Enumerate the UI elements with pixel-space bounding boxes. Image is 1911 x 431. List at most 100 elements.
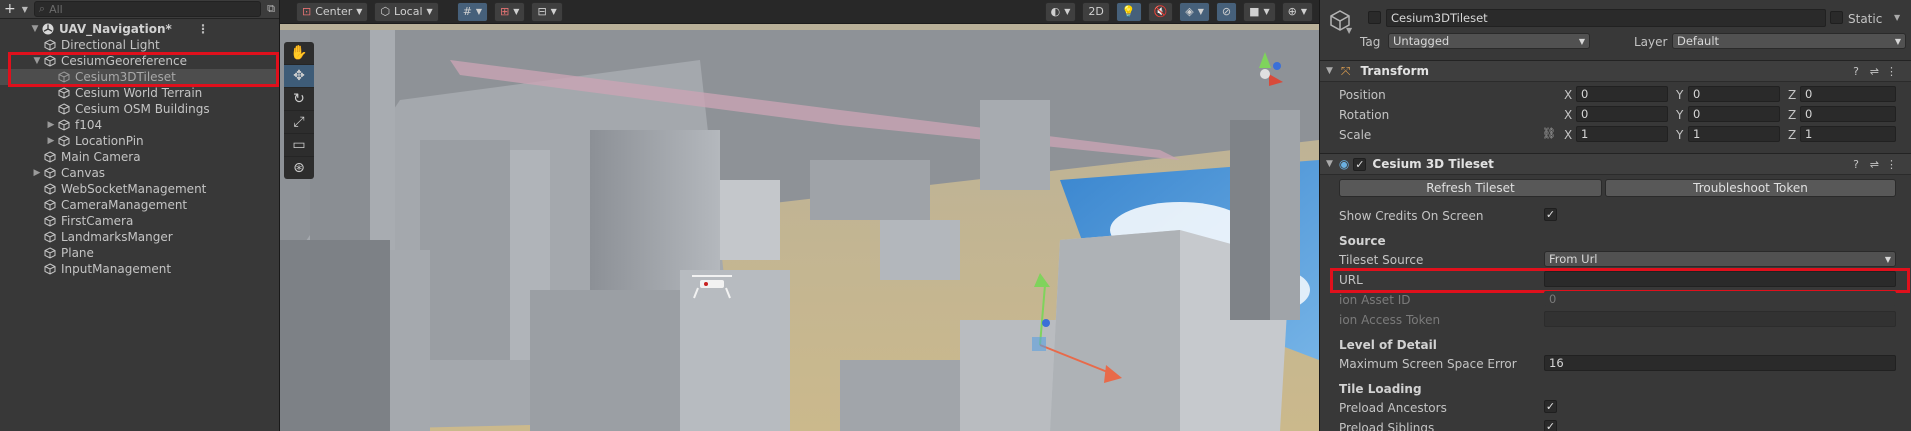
constrain-proportions-icon[interactable]: ⛓ [1542,127,1556,140]
hierarchy-item[interactable]: Cesium World Terrain [0,85,279,101]
hierarchy-item[interactable]: Cesium OSM Buildings [0,101,279,117]
rotation-z-field[interactable]: 0 [1800,106,1896,122]
layer-dropdown[interactable]: Default ▼ [1672,33,1906,49]
scene-view[interactable]: ⊡ Center ▼ ⬡ Local ▼ # ▼ ⊞ ▼ ⊟ ▼ ◐ ▼ 2D [280,0,1319,431]
tileset-source-dropdown[interactable]: From Url ▼ [1544,251,1896,267]
object-name-field[interactable]: Cesium3DTileset [1386,9,1826,27]
cesium-tileset-component-header[interactable]: ▼ ◉ ✓ Cesium 3D Tileset ? ⇌ ⋮ [1320,153,1911,175]
show-credits-checkbox[interactable]: ✓ [1544,208,1557,221]
scale-z-field[interactable]: 1 [1800,126,1896,142]
help-icon[interactable]: ? [1853,158,1859,171]
refresh-tileset-button[interactable]: Refresh Tileset [1339,179,1602,197]
static-dropdown-icon[interactable]: ▼ [1894,13,1900,22]
grid-visibility-dropdown[interactable]: ⊞ ▼ [494,1,526,22]
space-mode-dropdown[interactable]: ⬡ Local ▼ [374,1,439,22]
ion-asset-id-field: 0 [1544,291,1896,307]
rotate-tool-icon[interactable]: ↻ [284,88,314,111]
toggle-2d-button[interactable]: 2D [1082,1,1110,22]
collapse-arrow-icon[interactable]: ▼ [31,56,43,66]
transform-tool-icon[interactable]: ⊛ [284,157,314,179]
rotation-x-field[interactable]: 0 [1576,106,1668,122]
scale-x-field[interactable]: 1 [1576,126,1668,142]
gameobject-cube-icon [43,262,57,276]
position-x-field[interactable]: 0 [1576,86,1668,102]
pivot-mode-dropdown[interactable]: ⊡ Center ▼ [296,1,369,22]
source-section-heading: Source [1339,234,1386,248]
gizmos-dropdown[interactable]: ⊕ ▼ [1281,1,1313,22]
hierarchy-item[interactable]: FirstCamera [0,213,279,229]
chevron-down-icon[interactable]: ▼ [1346,26,1352,35]
hierarchy-item[interactable]: ▶ LocationPin [0,133,279,149]
grid-snap-toggle[interactable]: # ▼ [456,1,489,22]
unity-scene-icon [41,22,55,36]
gameobject-cube-icon [57,70,71,84]
position-y-field[interactable]: 0 [1688,86,1780,102]
transform-component-header[interactable]: ▼ ⤧ Transform ? ⇌ ⋮ [1320,60,1911,82]
hierarchy-item[interactable]: LandmarksManger [0,229,279,245]
audio-toggle[interactable]: 🔇 [1147,1,1174,22]
hierarchy-item-label: Plane [61,246,94,260]
lighting-toggle[interactable]: 💡 [1115,1,1142,22]
search-icon: ⌕ [38,2,46,15]
search-placeholder: All [49,2,63,16]
troubleshoot-token-button[interactable]: Troubleshoot Token [1605,179,1896,197]
hierarchy-item-label: Main Camera [61,150,141,164]
scale-z-axis-label: Z [1788,128,1797,142]
expand-arrow-icon[interactable]: ▶ [31,168,43,178]
hierarchy-item[interactable]: Directional Light [0,37,279,53]
chevron-down-icon: ▼ [356,7,363,16]
position-z-field[interactable]: 0 [1800,86,1896,102]
hierarchy-item[interactable]: CameraManagement [0,197,279,213]
expand-arrow-icon[interactable]: ▶ [45,136,57,146]
hierarchy-item[interactable]: Cesium3DTileset [0,69,279,85]
increment-snap-dropdown[interactable]: ⊟ ▼ [531,1,563,22]
component-enabled-checkbox[interactable]: ✓ [1353,157,1367,171]
url-input[interactable] [1544,271,1896,287]
scene-menu-icon[interactable]: ⋮ [197,22,209,36]
hidden-objects-toggle[interactable]: ⊘ [1215,1,1238,22]
hierarchy-item[interactable]: Plane [0,245,279,261]
camera-settings-dropdown[interactable]: ■ ▼ [1243,1,1276,22]
component-menu-icon[interactable]: ⋮ [1886,65,1897,78]
globe-icon: ⊕ [1287,5,1297,18]
rotation-y-axis-label: Y [1676,108,1684,122]
scale-y-field[interactable]: 1 [1688,126,1780,142]
foldout-arrow-icon[interactable]: ▼ [1326,66,1333,76]
hierarchy-search-input[interactable]: ⌕ All [33,1,262,17]
add-dropdown-arrow-icon[interactable]: ▼ [22,5,28,14]
active-checkbox[interactable] [1368,11,1381,24]
hierarchy-item[interactable]: ▼ CesiumGeoreference [0,53,279,69]
foldout-arrow-icon[interactable]: ▼ [1326,159,1333,169]
help-icon[interactable]: ? [1853,65,1859,78]
static-checkbox[interactable] [1830,11,1843,24]
scene-root-row[interactable]: ▼ UAV_Navigation* ⋮ [0,21,279,37]
max-sse-field[interactable]: 16 [1544,355,1896,371]
effects-dropdown[interactable]: ◈ ▼ [1179,1,1210,22]
hierarchy-item[interactable]: Main Camera [0,149,279,165]
scale-tool-icon[interactable]: ⤢ [284,111,314,134]
hierarchy-item[interactable]: ▶ f104 [0,117,279,133]
move-tool-icon[interactable]: ✥ [284,65,314,88]
rect-tool-icon[interactable]: ▭ [284,134,314,157]
component-menu-icon[interactable]: ⋮ [1886,158,1897,171]
hand-tool-icon[interactable]: ✋ [284,42,314,65]
gameobject-cube-icon [57,102,71,116]
preload-siblings-checkbox[interactable]: ✓ [1544,420,1557,431]
hierarchy-item[interactable]: WebSocketManagement [0,181,279,197]
collapse-arrow-icon[interactable]: ▼ [29,24,41,34]
preload-ancestors-checkbox[interactable]: ✓ [1544,400,1557,413]
tag-dropdown[interactable]: Untagged ▼ [1388,33,1590,49]
scene-viewport-render[interactable] [280,0,1319,431]
hierarchy-item[interactable]: ▶ Canvas [0,165,279,181]
tileset-source-label: Tileset Source [1339,253,1424,267]
chevron-down-icon: ▼ [426,7,433,16]
add-button[interactable]: + [4,1,16,17]
presets-icon[interactable]: ⇌ [1870,65,1879,78]
hierarchy-toolbar: + ▼ ⌕ All ⧉ [0,0,279,19]
draw-mode-dropdown[interactable]: ◐ ▼ [1044,1,1077,22]
expand-arrow-icon[interactable]: ▶ [45,120,57,130]
presets-icon[interactable]: ⇌ [1870,158,1879,171]
hierarchy-item[interactable]: InputManagement [0,261,279,277]
rotation-y-field[interactable]: 0 [1688,106,1780,122]
hierarchy-filter-icon[interactable]: ⧉ [267,2,275,16]
